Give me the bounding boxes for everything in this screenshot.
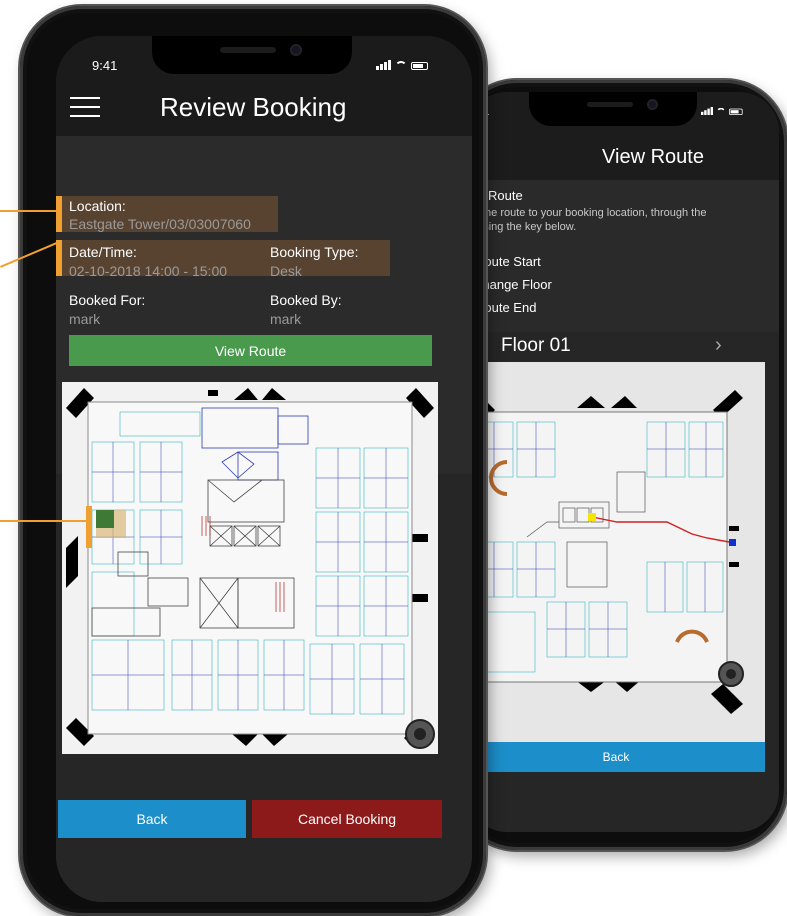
booking-type-value: Desk <box>270 263 302 279</box>
wifi-icon <box>395 61 407 70</box>
booked-for-label: Booked For: <box>69 292 146 308</box>
page-title: Review Booking <box>160 92 347 122</box>
booked-by-label: Booked By: <box>270 292 342 308</box>
datetime-label: Date/Time: <box>69 244 137 260</box>
back-phone-screen: 41 View Route w Route w the route to you… <box>467 92 779 832</box>
location-value: Eastgate Tower/03/03007060 <box>69 216 251 232</box>
location-label: Location: <box>69 198 126 214</box>
route-start-marker <box>588 513 596 521</box>
back-phone-back-button[interactable]: Back <box>467 742 765 772</box>
front-status-time: 9:41 <box>92 58 118 73</box>
route-description-1: w the route to your booking location, th… <box>471 207 707 219</box>
view-route-button[interactable]: View Route <box>69 335 432 366</box>
front-phone-screen: 9:41 Review Booking Location: Eastgate T… <box>56 36 472 902</box>
location-highlight-bar <box>56 196 62 232</box>
wifi-icon <box>716 107 726 115</box>
front-notch <box>152 36 352 74</box>
route-map <box>467 390 744 714</box>
battery-icon <box>729 108 743 115</box>
floor-plan-map <box>66 388 435 749</box>
menu-icon[interactable] <box>70 97 100 124</box>
back-status-icons <box>701 107 743 115</box>
speaker <box>587 102 633 107</box>
cancel-booking-button[interactable]: Cancel Booking <box>252 800 442 838</box>
booked-for-value: mark <box>69 311 101 327</box>
floor-selector: ‹ Floor 01 › <box>467 332 779 360</box>
front-phone-frame: 9:41 Review Booking Location: Eastgate T… <box>20 6 486 916</box>
next-floor-button[interactable]: › <box>715 334 722 357</box>
camera-icon <box>647 99 658 110</box>
back-phone-frame: 41 View Route w Route w the route to you… <box>455 80 787 850</box>
route-end-marker <box>729 539 736 546</box>
datetime-value: 02-10-2018 14:00 - 15:00 <box>69 263 228 279</box>
location-callout-line <box>0 210 58 212</box>
booked-by-value: mark <box>270 311 302 327</box>
signal-icon <box>376 60 391 70</box>
floor-plan[interactable] <box>62 382 438 754</box>
route-description-2: , using the key below. <box>471 221 577 233</box>
floor-label: Floor 01 <box>501 335 571 356</box>
speaker <box>220 47 276 53</box>
selected-desk <box>96 510 114 528</box>
back-notch <box>529 92 697 126</box>
battery-icon <box>411 62 428 70</box>
camera-icon <box>290 44 302 56</box>
back-info-panel: w Route w the route to your booking loca… <box>467 180 779 332</box>
signal-icon <box>701 107 713 115</box>
back-page-title: View Route <box>602 146 704 168</box>
datetime-highlight-bar <box>56 240 62 276</box>
booking-type-label: Booking Type: <box>270 244 359 260</box>
back-button[interactable]: Back <box>58 800 246 838</box>
desk-callout-line <box>0 520 88 522</box>
desk-highlight-bar <box>86 506 92 548</box>
front-status-icons <box>376 60 428 70</box>
route-floor-plan[interactable] <box>467 362 765 742</box>
